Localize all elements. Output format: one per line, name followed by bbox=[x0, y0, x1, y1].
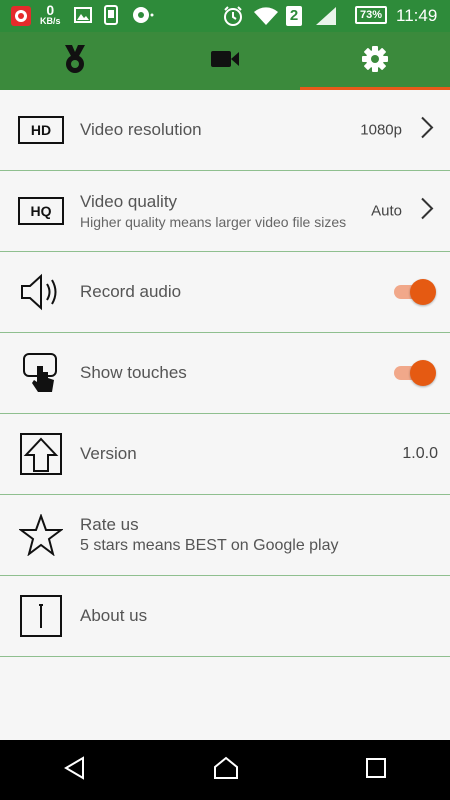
network-speed: 0 KB/s bbox=[40, 3, 61, 26]
setting-title: Video resolution bbox=[80, 120, 202, 139]
network-speed-value: 0 bbox=[46, 2, 55, 18]
toggle-knob bbox=[410, 279, 436, 305]
signal-icon bbox=[315, 6, 337, 31]
star-icon bbox=[18, 512, 64, 558]
setting-title: Show touches bbox=[80, 363, 187, 382]
navigation-bar bbox=[0, 740, 450, 800]
show-touches-toggle[interactable] bbox=[394, 360, 436, 386]
setting-title: Record audio bbox=[80, 282, 182, 301]
info-icon bbox=[18, 593, 64, 639]
video-resolution-value: 1080p bbox=[360, 121, 402, 139]
hq-icon: HQ bbox=[18, 188, 64, 234]
setting-title: Video quality bbox=[80, 192, 178, 211]
setting-version: Version 1.0.0 bbox=[0, 414, 450, 495]
hd-badge: HD bbox=[18, 116, 64, 144]
setting-video-resolution[interactable]: HD Video resolution 1080p bbox=[0, 90, 450, 171]
tab-achievements[interactable] bbox=[0, 32, 150, 90]
sim-number: 2 bbox=[289, 7, 299, 24]
setting-subtitle: 5 stars means BEST on Google play bbox=[80, 537, 339, 554]
clock: 11:49 bbox=[396, 6, 438, 25]
recents-button[interactable] bbox=[365, 757, 387, 784]
hq-badge: HQ bbox=[18, 197, 64, 225]
setting-subtitle: Higher quality means larger video file s… bbox=[80, 214, 347, 230]
network-speed-unit: KB/s bbox=[40, 16, 61, 26]
screen-recorder-icon bbox=[10, 5, 32, 32]
home-button[interactable] bbox=[213, 756, 239, 785]
back-button[interactable] bbox=[63, 755, 87, 785]
chevron-right-icon bbox=[420, 116, 434, 145]
version-value: 1.0.0 bbox=[402, 445, 438, 462]
hd-icon: HD bbox=[18, 107, 64, 153]
chevron-right-icon bbox=[420, 197, 434, 226]
sim-badge: 2 bbox=[286, 6, 302, 26]
media-icon bbox=[132, 6, 154, 29]
setting-title: Version bbox=[80, 444, 137, 463]
tab-settings[interactable] bbox=[300, 32, 450, 90]
settings-list: HD Video resolution 1080p HQ Video quali… bbox=[0, 90, 450, 657]
phone-icon bbox=[104, 5, 118, 30]
tab-bar bbox=[0, 32, 450, 90]
video-quality-value: Auto bbox=[371, 202, 402, 220]
setting-show-touches: Show touches bbox=[0, 333, 450, 414]
touch-icon bbox=[18, 350, 64, 396]
setting-about-us[interactable]: About us bbox=[0, 576, 450, 657]
setting-title: Rate us bbox=[80, 515, 139, 534]
status-bar: 0 KB/s 2 73% 11:49 bbox=[0, 0, 450, 32]
setting-video-quality[interactable]: HQ Video quality Higher quality means la… bbox=[0, 171, 450, 252]
tab-record[interactable] bbox=[150, 32, 300, 90]
setting-title: About us bbox=[80, 606, 148, 625]
battery-level: 73% bbox=[359, 9, 383, 21]
video-camera-icon bbox=[210, 49, 240, 74]
setting-rate-us[interactable]: Rate us 5 stars means BEST on Google pla… bbox=[0, 495, 450, 576]
record-audio-toggle[interactable] bbox=[394, 279, 436, 305]
toggle-knob bbox=[410, 360, 436, 386]
gallery-icon bbox=[74, 7, 92, 28]
medal-icon bbox=[62, 44, 88, 79]
wifi-icon bbox=[253, 6, 279, 31]
alarm-icon bbox=[222, 5, 244, 32]
battery-icon: 73% bbox=[355, 6, 387, 24]
setting-record-audio: Record audio bbox=[0, 252, 450, 333]
upload-arrow-icon bbox=[18, 431, 64, 477]
gear-icon bbox=[361, 45, 389, 78]
speaker-icon bbox=[18, 269, 64, 315]
